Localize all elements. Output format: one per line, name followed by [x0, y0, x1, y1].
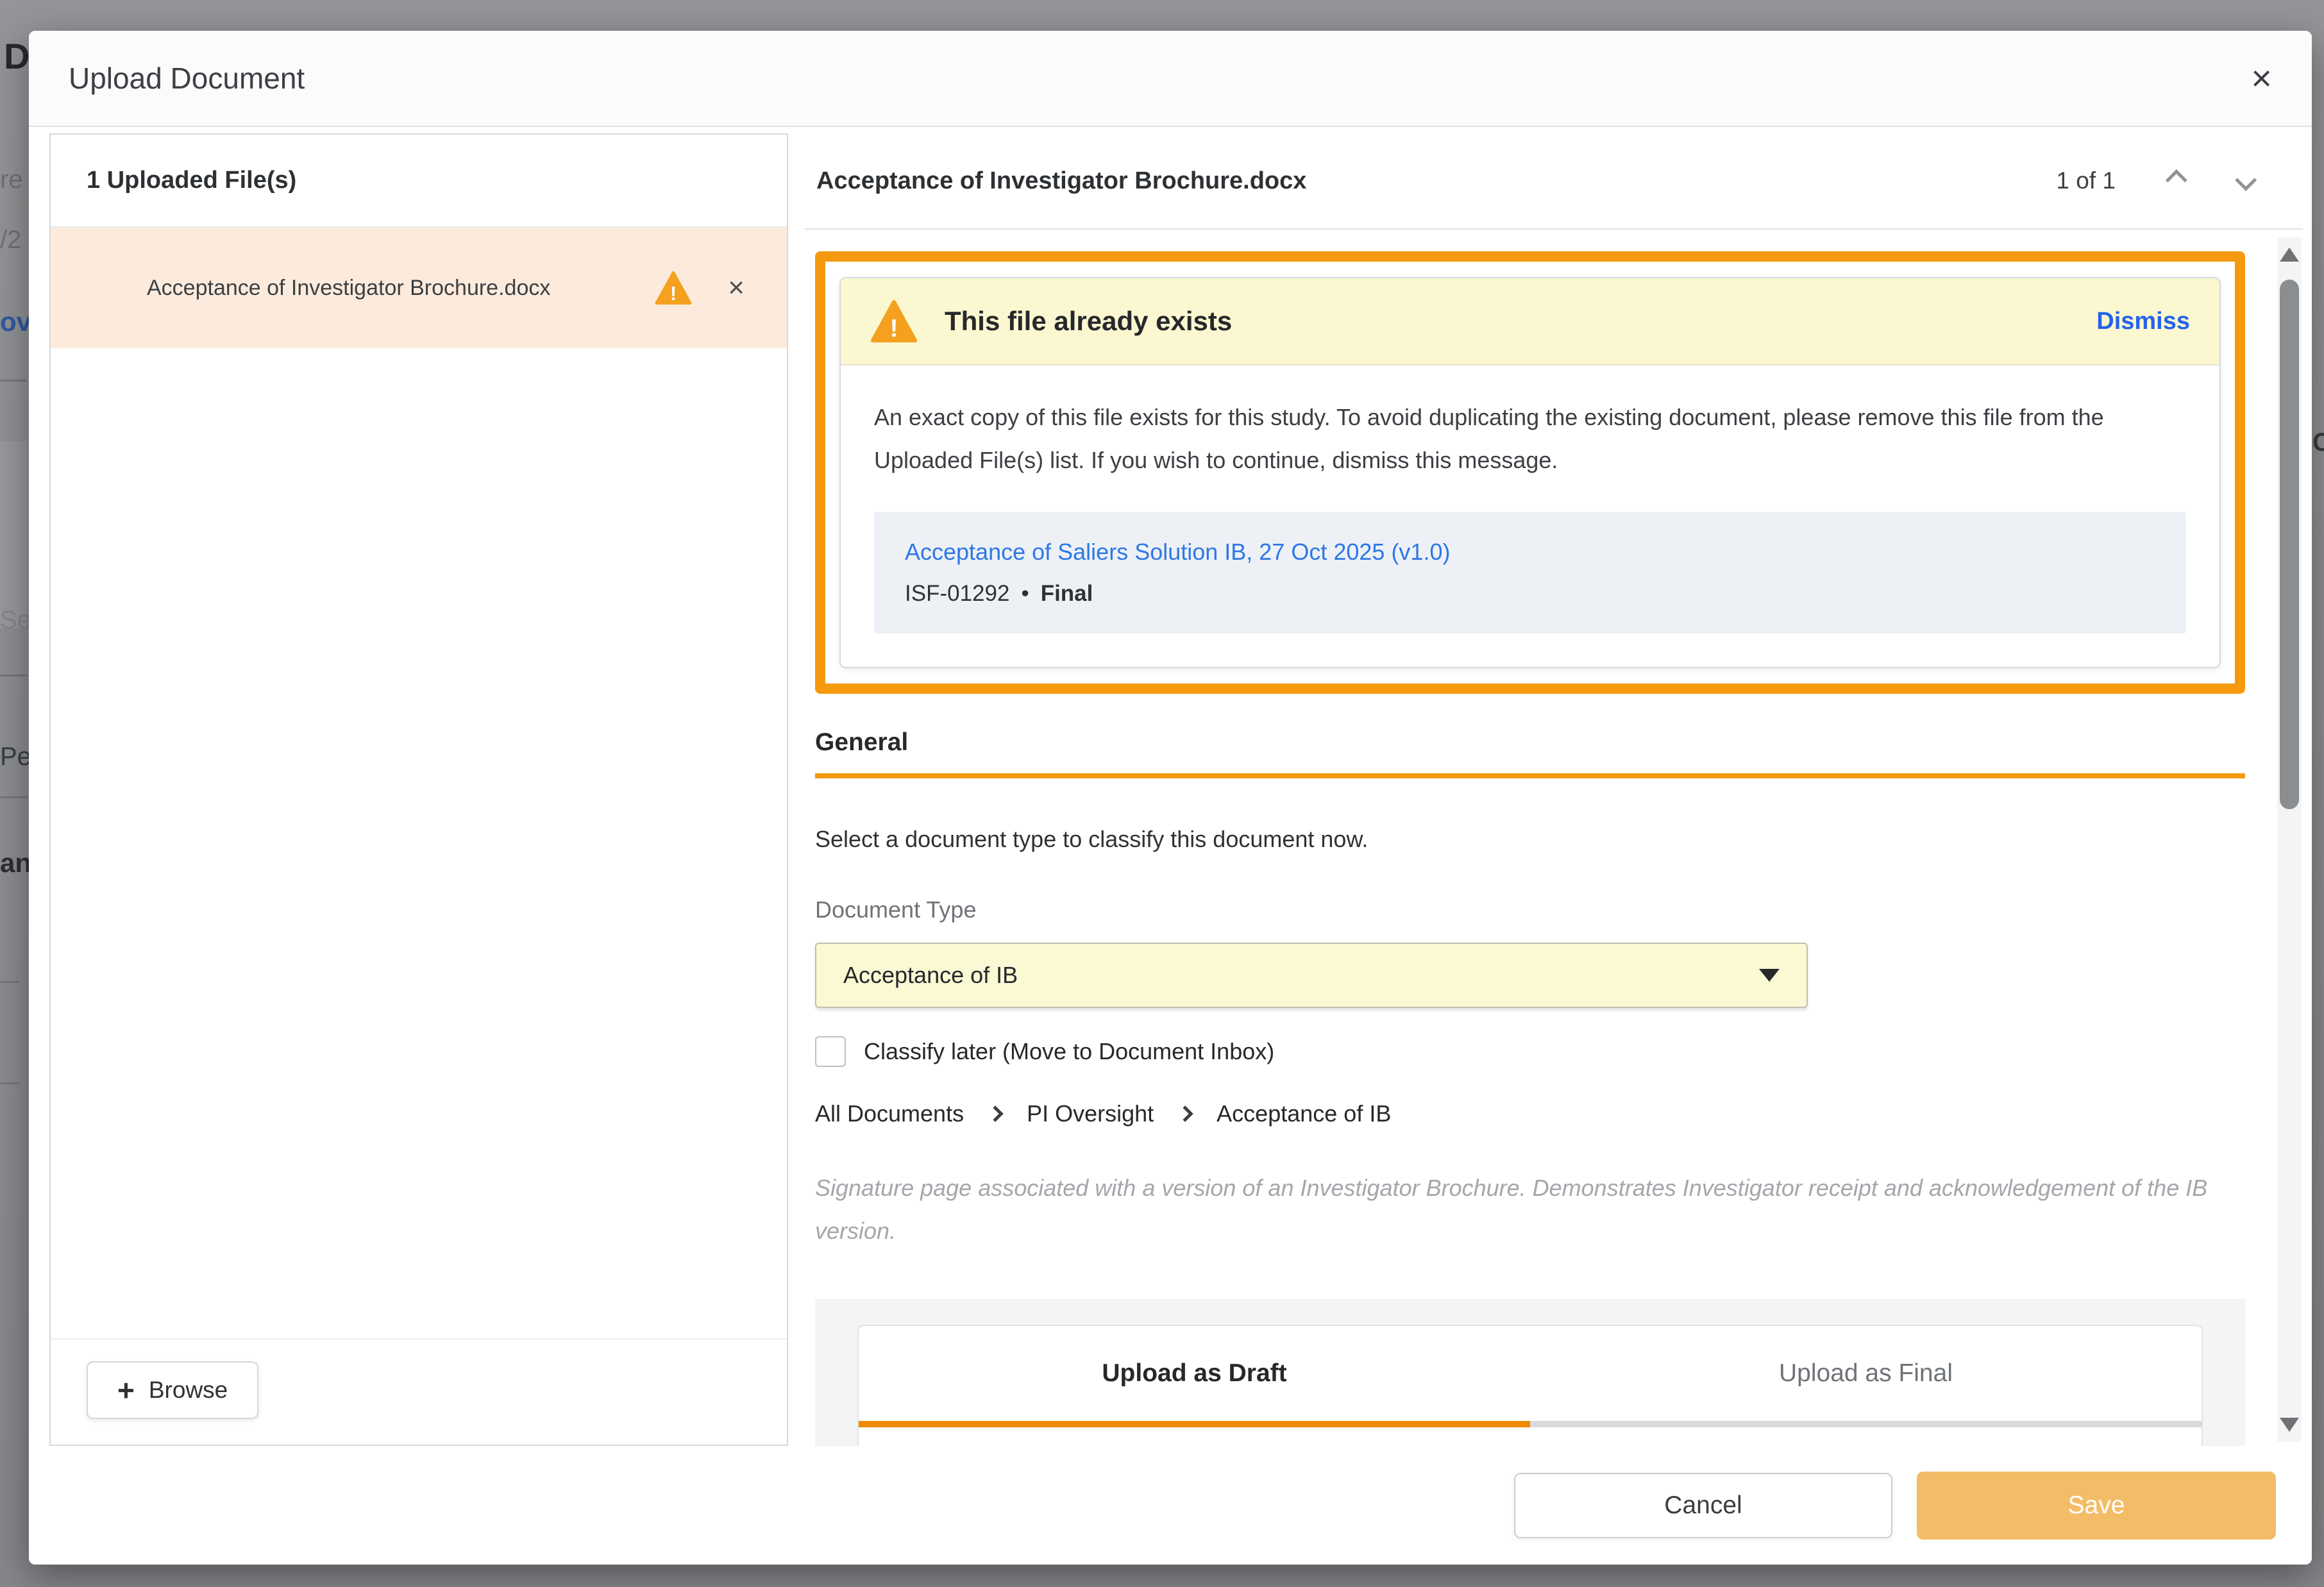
background-text-fragment: re: [0, 165, 23, 194]
document-detail-panel: Acceptance of Investigator Brochure.docx…: [805, 133, 2303, 1446]
document-detail-scroll-area: ! This file already exists Dismiss An ex…: [805, 230, 2303, 1446]
background-text-fragment: Pe: [0, 743, 31, 771]
chevron-right-icon: [987, 1105, 1003, 1121]
scrollbar-down-arrow[interactable]: [2280, 1418, 2299, 1432]
document-detail-header: Acceptance of Investigator Brochure.docx…: [805, 133, 2303, 230]
classify-later-label: Classify later (Move to Document Inbox): [864, 1038, 1274, 1065]
background-block: [0, 441, 27, 628]
bullet-separator: •: [1021, 581, 1029, 607]
uploaded-files-panel: 1 Uploaded File(s) Acceptance of Investi…: [49, 133, 788, 1446]
svg-text:!: !: [890, 315, 898, 342]
existing-document-id: ISF-01292: [905, 581, 1009, 607]
vertical-scrollbar: [2277, 237, 2302, 1442]
dialog-footer: Cancel Save: [29, 1446, 2312, 1565]
inactive-tab-indicator: [1530, 1421, 2202, 1427]
scrollbar-up-arrow[interactable]: [2280, 248, 2299, 262]
background-divider: [0, 981, 19, 983]
dropdown-caret-icon: [1759, 969, 1780, 982]
pager-count: 1 of 1: [2056, 167, 2116, 194]
browse-button-label: Browse: [149, 1377, 228, 1404]
breadcrumb-pi-oversight[interactable]: PI Oversight: [1027, 1100, 1154, 1127]
tab-upload-as-final[interactable]: Upload as Final: [1530, 1326, 2202, 1421]
dialog-body: 1 Uploaded File(s) Acceptance of Investi…: [29, 127, 2312, 1446]
background-text-fragment: ov: [0, 306, 31, 337]
background-divider: [0, 1082, 19, 1084]
background-divider: [0, 380, 27, 382]
uploaded-file-row[interactable]: Acceptance of Investigator Brochure.docx…: [51, 228, 787, 348]
background-divider: [0, 675, 27, 676]
tab-indicator: [859, 1421, 2202, 1427]
chevron-right-icon: [1177, 1105, 1193, 1121]
dismiss-link[interactable]: Dismiss: [2096, 308, 2190, 335]
chevron-down-icon: [2235, 169, 2257, 191]
duplicate-warning-highlight: ! This file already exists Dismiss An ex…: [815, 251, 2245, 694]
classify-later-checkbox[interactable]: [815, 1036, 846, 1067]
existing-document-status: Final: [1041, 581, 1093, 607]
breadcrumb-acceptance-of-ib[interactable]: Acceptance of IB: [1217, 1100, 1391, 1127]
classify-later-row: Classify later (Move to Document Inbox): [815, 1036, 2245, 1067]
uploaded-files-header: 1 Uploaded File(s): [51, 135, 787, 228]
general-section-rule: [815, 773, 2245, 778]
cancel-button[interactable]: Cancel: [1514, 1473, 1892, 1538]
existing-document-link[interactable]: Acceptance of Saliers Solution IB, 27 Oc…: [905, 539, 1450, 565]
upload-mode-section: Upload as Draft Upload as Final Select U…: [815, 1299, 2245, 1446]
background-text-fragment: D: [4, 35, 29, 77]
document-filename: Acceptance of Investigator Brochure.docx: [816, 167, 1306, 195]
upload-mode-tabs: Upload as Draft Upload as Final: [859, 1326, 2202, 1421]
upload-as-draft-description: Select Upload as Draft if the document n…: [859, 1427, 2202, 1446]
close-icon[interactable]: ×: [2251, 60, 2272, 96]
duplicate-warning-banner: ! This file already exists Dismiss: [841, 278, 2219, 365]
background-text-fragment: C: [2312, 428, 2324, 457]
previous-document-button[interactable]: [2160, 166, 2189, 196]
plus-icon: +: [117, 1379, 135, 1402]
document-detail-content: ! This file already exists Dismiss An ex…: [815, 251, 2245, 1446]
duplicate-warning-body: An exact copy of this file exists for th…: [841, 365, 2219, 667]
document-type-description: Signature page associated with a version…: [815, 1167, 2245, 1253]
browse-button[interactable]: + Browse: [87, 1361, 258, 1419]
existing-document-box: Acceptance of Saliers Solution IB, 27 Oc…: [874, 512, 2186, 634]
existing-document-meta: ISF-01292 • Final: [905, 581, 2155, 607]
background-text-fragment: /2: [0, 226, 21, 255]
duplicate-warning-title: This file already exists: [945, 306, 1232, 337]
warning-icon: !: [870, 300, 918, 342]
classify-instruction: Select a document type to classify this …: [815, 826, 2245, 853]
breadcrumb-all-documents[interactable]: All Documents: [815, 1100, 964, 1127]
background-divider: [0, 796, 27, 798]
upload-document-dialog: Upload Document × 1 Uploaded File(s) Acc…: [29, 31, 2312, 1565]
duplicate-warning-message: An exact copy of this file exists for th…: [874, 396, 2186, 482]
duplicate-warning-card: ! This file already exists Dismiss An ex…: [839, 277, 2221, 668]
browse-area: + Browse: [51, 1339, 787, 1445]
svg-text:!: !: [670, 282, 677, 305]
dialog-header: Upload Document ×: [29, 31, 2312, 127]
document-pager: 1 of 1: [2056, 166, 2262, 196]
document-type-select[interactable]: Acceptance of IB: [815, 943, 1808, 1008]
breadcrumb: All Documents PI Oversight Acceptance of…: [815, 1100, 2245, 1127]
warning-icon: !: [655, 271, 692, 305]
file-list-empty-space: [51, 348, 787, 1338]
chevron-up-icon: [2166, 169, 2187, 191]
document-type-label: Document Type: [815, 896, 2245, 923]
screen: D re /2 ov Se Pe an C Upload Document × …: [0, 0, 2324, 1587]
next-document-button[interactable]: [2234, 166, 2262, 196]
dialog-title: Upload Document: [69, 61, 305, 96]
document-type-value: Acceptance of IB: [843, 962, 1018, 989]
tab-upload-as-draft[interactable]: Upload as Draft: [859, 1326, 1530, 1421]
background-text-fragment: Se: [0, 606, 31, 635]
general-section-heading: General: [815, 728, 2245, 757]
background-text-fragment: an: [0, 848, 31, 878]
upload-mode-card: Upload as Draft Upload as Final Select U…: [857, 1325, 2203, 1446]
active-tab-indicator: [859, 1421, 1530, 1427]
remove-file-icon[interactable]: ×: [728, 274, 745, 302]
save-button[interactable]: Save: [1917, 1472, 2276, 1540]
scrollbar-thumb[interactable]: [2280, 280, 2299, 809]
uploaded-file-name: Acceptance of Investigator Brochure.docx: [51, 276, 655, 301]
